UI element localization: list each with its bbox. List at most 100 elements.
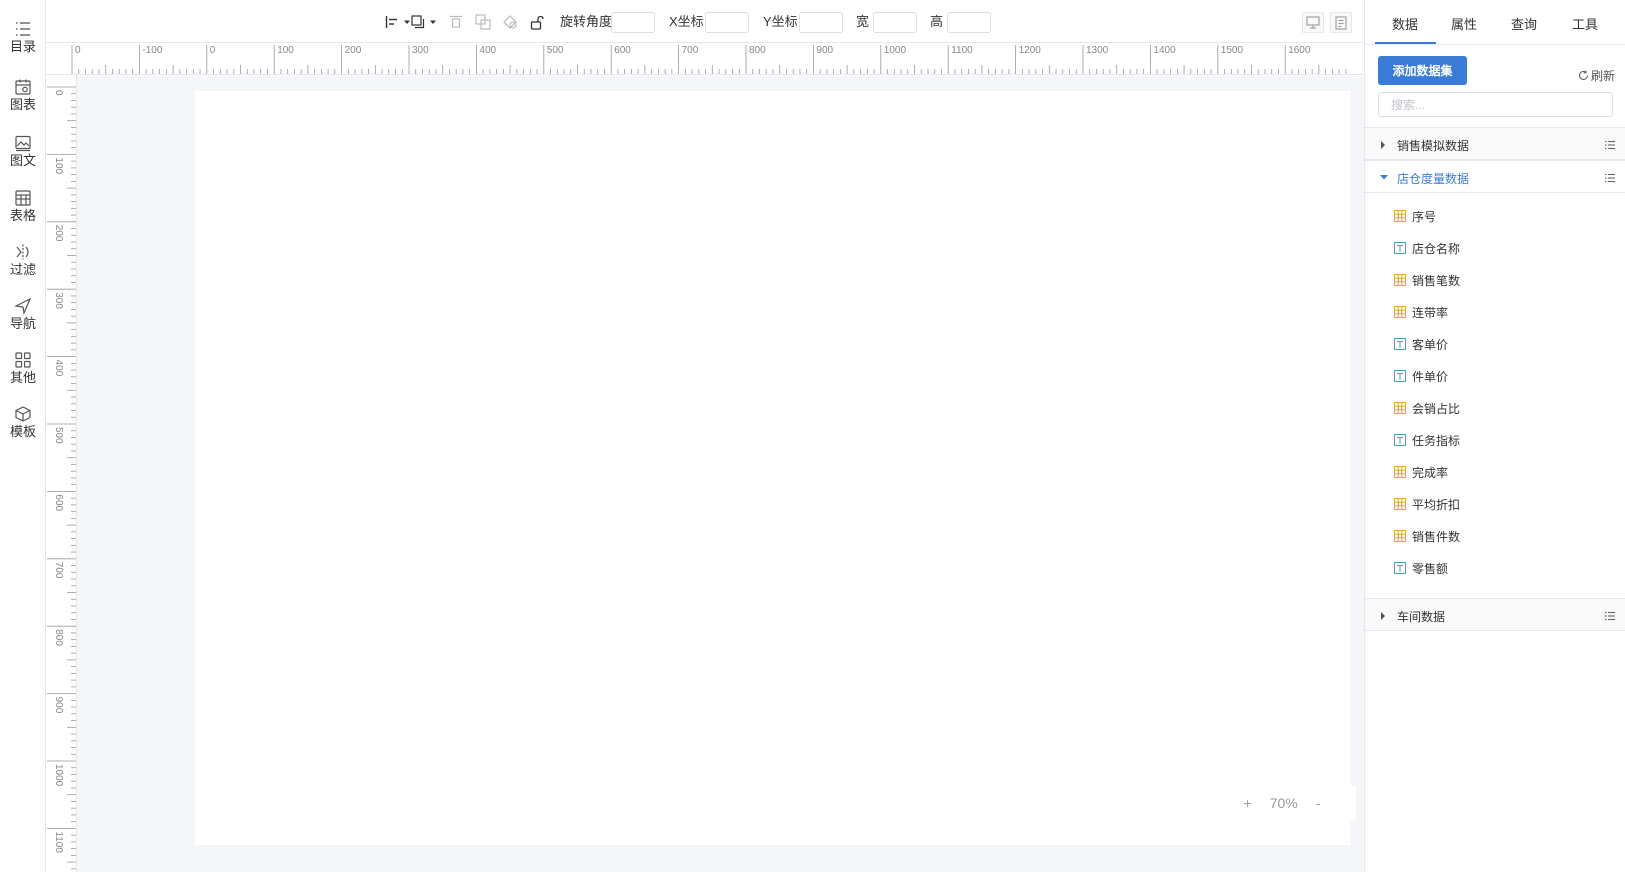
caret-down-icon bbox=[1380, 175, 1388, 180]
ruler-label: 200 bbox=[345, 45, 362, 56]
number-field-icon bbox=[1394, 530, 1406, 542]
ruler-label: 1000 bbox=[53, 764, 64, 787]
tab-tools[interactable]: 工具 bbox=[1572, 14, 1598, 33]
unlock-icon bbox=[530, 15, 544, 30]
field-item[interactable]: 店仓名称 bbox=[1394, 238, 1460, 258]
y-coordinate-input[interactable] bbox=[799, 12, 843, 33]
field-name: 客单价 bbox=[1412, 337, 1449, 352]
field-name: 会销占比 bbox=[1412, 401, 1461, 416]
text-field-icon bbox=[1394, 338, 1406, 350]
dataset-group-sales-sim[interactable]: 销售模拟数据 bbox=[1365, 127, 1625, 160]
dataset-group-title: 销售模拟数据 bbox=[1397, 139, 1470, 153]
ruler-label: 500 bbox=[53, 427, 64, 444]
caret-right-icon bbox=[1381, 141, 1385, 149]
ruler-label: 1100 bbox=[951, 45, 973, 56]
ruler-label: 0 bbox=[75, 45, 81, 56]
ruler-label: 300 bbox=[412, 45, 429, 56]
top-toolbar: 旋转角度 X坐标 Y坐标 宽 高 bbox=[46, 0, 1364, 43]
ruler-label: -100 bbox=[142, 45, 162, 56]
field-item[interactable]: 客单价 bbox=[1394, 334, 1448, 354]
ruler-label: 600 bbox=[614, 45, 631, 56]
page-settings-button[interactable] bbox=[1330, 12, 1352, 33]
document-icon bbox=[1335, 15, 1347, 30]
field-item[interactable]: 销售笔数 bbox=[1394, 270, 1460, 290]
active-tab-indicator bbox=[1375, 42, 1436, 44]
ruler-label: 300 bbox=[53, 292, 64, 309]
sidebar-item-table[interactable]: 表格 bbox=[0, 189, 46, 241]
list-menu-icon[interactable] bbox=[1604, 172, 1616, 184]
field-name: 连带率 bbox=[1412, 305, 1449, 320]
caret-down-icon bbox=[430, 20, 436, 24]
field-name: 任务指标 bbox=[1412, 433, 1461, 448]
canvas-area[interactable]: + 70% - bbox=[77, 76, 1364, 872]
field-item[interactable]: 连带率 bbox=[1394, 302, 1448, 322]
dataset-group-workshop[interactable]: 车间数据 bbox=[1365, 598, 1625, 631]
ruler-label: 400 bbox=[479, 45, 496, 56]
dataset-search-input[interactable] bbox=[1378, 92, 1613, 117]
field-name: 件单价 bbox=[1412, 369, 1449, 384]
field-item[interactable]: 会销占比 bbox=[1394, 398, 1460, 418]
panel-tabs: 数据 属性 查询 工具 bbox=[1365, 0, 1625, 45]
rotate-input[interactable] bbox=[611, 12, 655, 33]
canvas-page[interactable] bbox=[195, 91, 1351, 845]
align-dropdown[interactable] bbox=[385, 13, 412, 31]
zoom-in-button[interactable]: + bbox=[1244, 795, 1252, 811]
ungroup-button[interactable] bbox=[502, 13, 518, 31]
add-dataset-button[interactable]: 添加数据集 bbox=[1378, 56, 1467, 85]
sidebar-item-catalog[interactable]: 目录 bbox=[0, 20, 46, 72]
list-menu-icon[interactable] bbox=[1604, 610, 1616, 622]
image-text-icon bbox=[15, 135, 31, 152]
refresh-button[interactable]: 刷新 bbox=[1578, 67, 1615, 84]
sidebar-item-template[interactable]: 模板 bbox=[0, 405, 46, 457]
distribute-button[interactable] bbox=[449, 13, 463, 31]
list-menu-icon[interactable] bbox=[1604, 139, 1616, 151]
grid-icon bbox=[15, 352, 31, 368]
sidebar-item-chart[interactable]: 图表 bbox=[0, 78, 46, 130]
tab-query[interactable]: 查询 bbox=[1511, 14, 1537, 33]
layer-icon bbox=[411, 15, 425, 29]
height-input[interactable] bbox=[947, 12, 991, 33]
ruler-label: 1500 bbox=[1221, 45, 1244, 56]
field-item[interactable]: 件单价 bbox=[1394, 366, 1448, 386]
group-icon bbox=[475, 14, 491, 30]
field-item[interactable]: 零售额 bbox=[1394, 558, 1448, 578]
ruler-label: 800 bbox=[749, 45, 766, 56]
tab-properties[interactable]: 属性 bbox=[1451, 14, 1477, 33]
tab-data[interactable]: 数据 bbox=[1392, 14, 1418, 33]
template-icon bbox=[15, 406, 31, 422]
group-button[interactable] bbox=[475, 13, 491, 31]
text-field-icon bbox=[1394, 434, 1406, 446]
number-field-icon bbox=[1394, 402, 1406, 414]
sidebar-item-navigation[interactable]: 导航 bbox=[0, 297, 46, 349]
caret-right-icon bbox=[1381, 612, 1385, 620]
zoom-out-button[interactable]: - bbox=[1316, 795, 1321, 811]
lock-button[interactable] bbox=[530, 13, 544, 31]
field-name: 店仓名称 bbox=[1412, 241, 1461, 256]
ruler-label: 1300 bbox=[1086, 45, 1109, 56]
field-item[interactable]: 序号 bbox=[1394, 206, 1436, 226]
field-item[interactable]: 完成率 bbox=[1394, 462, 1448, 482]
field-item[interactable]: 任务指标 bbox=[1394, 430, 1460, 450]
distribute-icon bbox=[450, 15, 462, 28]
filter-icon bbox=[16, 244, 29, 260]
text-field-icon bbox=[1394, 242, 1406, 254]
field-name: 序号 bbox=[1412, 209, 1437, 224]
sidebar-item-filter[interactable]: 过滤 bbox=[0, 243, 46, 295]
number-field-icon bbox=[1394, 498, 1406, 510]
layer-dropdown[interactable] bbox=[411, 13, 438, 31]
dataset-group-store-metrics[interactable]: 店仓度量数据 bbox=[1365, 160, 1625, 193]
width-input[interactable] bbox=[873, 12, 917, 33]
refresh-icon bbox=[1579, 70, 1589, 80]
number-field-icon bbox=[1394, 306, 1406, 318]
field-item[interactable]: 销售件数 bbox=[1394, 526, 1460, 546]
field-item[interactable]: 平均折扣 bbox=[1394, 494, 1460, 514]
x-coordinate-input[interactable] bbox=[705, 12, 749, 33]
ruler-label: 1200 bbox=[1019, 45, 1042, 56]
ruler-label: 1600 bbox=[1288, 45, 1311, 56]
zoom-control: + 70% - bbox=[1208, 786, 1356, 820]
ruler-label: 700 bbox=[682, 45, 699, 56]
sidebar-item-image-text[interactable]: 图文 bbox=[0, 134, 46, 186]
sidebar-item-other[interactable]: 其他 bbox=[0, 351, 46, 403]
preview-button[interactable] bbox=[1302, 12, 1324, 33]
ruler-label: 100 bbox=[53, 157, 64, 174]
